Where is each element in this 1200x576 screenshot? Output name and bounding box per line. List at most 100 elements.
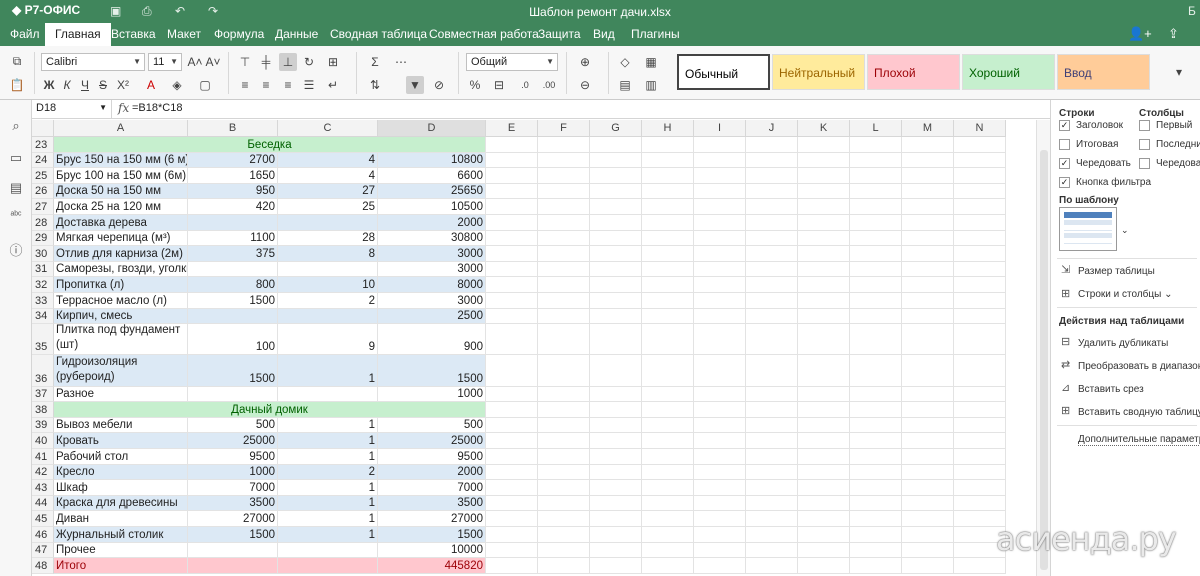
quantity-cell[interactable]: 27 <box>278 183 378 200</box>
empty-cell[interactable] <box>850 152 902 169</box>
price-cell[interactable]: 1500 <box>188 355 278 387</box>
total-cell[interactable]: 10000 <box>378 542 486 559</box>
empty-cell[interactable] <box>850 168 902 184</box>
empty-cell[interactable] <box>850 199 902 215</box>
quantity-cell[interactable]: 1 <box>278 511 378 527</box>
item-name-cell[interactable]: Рабочий стол <box>54 449 188 465</box>
empty-cell[interactable] <box>954 199 1006 215</box>
empty-cell[interactable] <box>954 355 1006 387</box>
decrease-decimal-icon[interactable]: .0 <box>516 76 534 94</box>
empty-cell[interactable] <box>850 183 902 200</box>
total-cell[interactable]: 900 <box>378 324 486 356</box>
empty-cell[interactable] <box>850 402 902 418</box>
col-option-checkbox[interactable] <box>1139 120 1150 131</box>
empty-cell[interactable] <box>850 308 902 325</box>
price-cell[interactable] <box>188 215 278 231</box>
item-name-cell[interactable]: Кресло <box>54 464 188 481</box>
italic-icon[interactable]: К <box>58 76 76 94</box>
info-icon[interactable]: ⓘ <box>8 240 24 259</box>
empty-cell[interactable] <box>746 183 798 200</box>
empty-cell[interactable] <box>902 542 954 559</box>
empty-cell[interactable] <box>590 215 642 231</box>
column-header-j[interactable]: J <box>746 120 798 137</box>
empty-cell[interactable] <box>902 137 954 153</box>
empty-cell[interactable] <box>798 433 850 449</box>
row-header[interactable]: 34 <box>32 308 54 325</box>
empty-cell[interactable] <box>486 261 538 278</box>
empty-cell[interactable] <box>798 495 850 512</box>
col-option-checkbox[interactable] <box>1139 139 1150 150</box>
search-icon[interactable]: ⌕ <box>8 118 24 134</box>
empty-cell[interactable] <box>746 402 798 418</box>
row-header[interactable]: 43 <box>32 480 54 496</box>
price-cell[interactable] <box>188 558 278 574</box>
empty-cell[interactable] <box>642 261 694 278</box>
sum-icon[interactable]: Σ <box>366 53 384 71</box>
empty-cell[interactable] <box>486 558 538 574</box>
empty-cell[interactable] <box>798 137 850 153</box>
empty-cell[interactable] <box>954 464 1006 481</box>
empty-cell[interactable] <box>590 402 642 418</box>
empty-cell[interactable] <box>642 152 694 169</box>
item-name-cell[interactable]: Брус 100 на 150 мм (6м) <box>54 168 188 184</box>
empty-cell[interactable] <box>694 386 746 403</box>
delete-cells-icon[interactable]: ⊖ <box>576 76 594 94</box>
row-header[interactable]: 36 <box>32 355 54 387</box>
empty-cell[interactable] <box>746 277 798 293</box>
empty-cell[interactable] <box>590 558 642 574</box>
empty-cell[interactable] <box>486 152 538 169</box>
tab-plugins[interactable]: Плагины <box>631 27 680 41</box>
align-justify-icon[interactable]: ☰ <box>300 76 318 94</box>
empty-cell[interactable] <box>746 293 798 309</box>
empty-cell[interactable] <box>954 215 1006 231</box>
empty-cell[interactable] <box>902 386 954 403</box>
row-header[interactable]: 45 <box>32 511 54 527</box>
row-header[interactable]: 24 <box>32 152 54 169</box>
column-header-n[interactable]: N <box>954 120 1006 137</box>
quantity-cell[interactable]: 4 <box>278 152 378 169</box>
col-option-checkbox[interactable] <box>1139 158 1150 169</box>
empty-cell[interactable] <box>642 324 694 356</box>
item-name-cell[interactable]: Доска 50 на 150 мм <box>54 183 188 200</box>
resize-table-button[interactable]: Размер таблицы <box>1078 266 1155 277</box>
total-cell[interactable]: 2000 <box>378 464 486 481</box>
empty-cell[interactable] <box>486 495 538 512</box>
empty-cell[interactable] <box>486 355 538 387</box>
total-cell[interactable]: 1000 <box>378 386 486 403</box>
add-user-icon[interactable]: 👤+ <box>1128 26 1152 42</box>
row-header[interactable]: 28 <box>32 215 54 231</box>
empty-cell[interactable] <box>694 277 746 293</box>
font-name-select[interactable]: Calibri ▼ <box>41 53 145 71</box>
empty-cell[interactable] <box>798 402 850 418</box>
empty-cell[interactable] <box>694 261 746 278</box>
font-color-icon[interactable]: A <box>142 76 160 94</box>
align-center-icon[interactable]: ≡ <box>257 76 275 94</box>
row-option-checkbox[interactable]: ✓ <box>1059 158 1070 169</box>
empty-cell[interactable] <box>902 558 954 574</box>
empty-cell[interactable] <box>850 277 902 293</box>
quantity-cell[interactable]: 1 <box>278 480 378 496</box>
empty-cell[interactable] <box>486 511 538 527</box>
empty-cell[interactable] <box>902 355 954 387</box>
empty-cell[interactable] <box>538 355 590 387</box>
empty-cell[interactable] <box>642 464 694 481</box>
empty-cell[interactable] <box>642 511 694 527</box>
column-header-b[interactable]: B <box>188 120 278 137</box>
total-cell[interactable]: 3000 <box>378 293 486 309</box>
section-header-cell[interactable]: Дачный домик <box>54 402 486 418</box>
empty-cell[interactable] <box>590 261 642 278</box>
empty-cell[interactable] <box>486 464 538 481</box>
price-cell[interactable]: 950 <box>188 183 278 200</box>
align-right-icon[interactable]: ≡ <box>279 76 297 94</box>
total-cell[interactable]: 25650 <box>378 183 486 200</box>
price-cell[interactable]: 9500 <box>188 449 278 465</box>
quantity-cell[interactable] <box>278 558 378 574</box>
empty-cell[interactable] <box>902 402 954 418</box>
empty-cell[interactable] <box>902 246 954 262</box>
total-cell[interactable]: 27000 <box>378 511 486 527</box>
cell-style-icon[interactable]: ▥ <box>642 76 660 94</box>
quantity-cell[interactable]: 10 <box>278 277 378 293</box>
empty-cell[interactable] <box>746 215 798 231</box>
empty-cell[interactable] <box>694 480 746 496</box>
empty-cell[interactable] <box>538 433 590 449</box>
